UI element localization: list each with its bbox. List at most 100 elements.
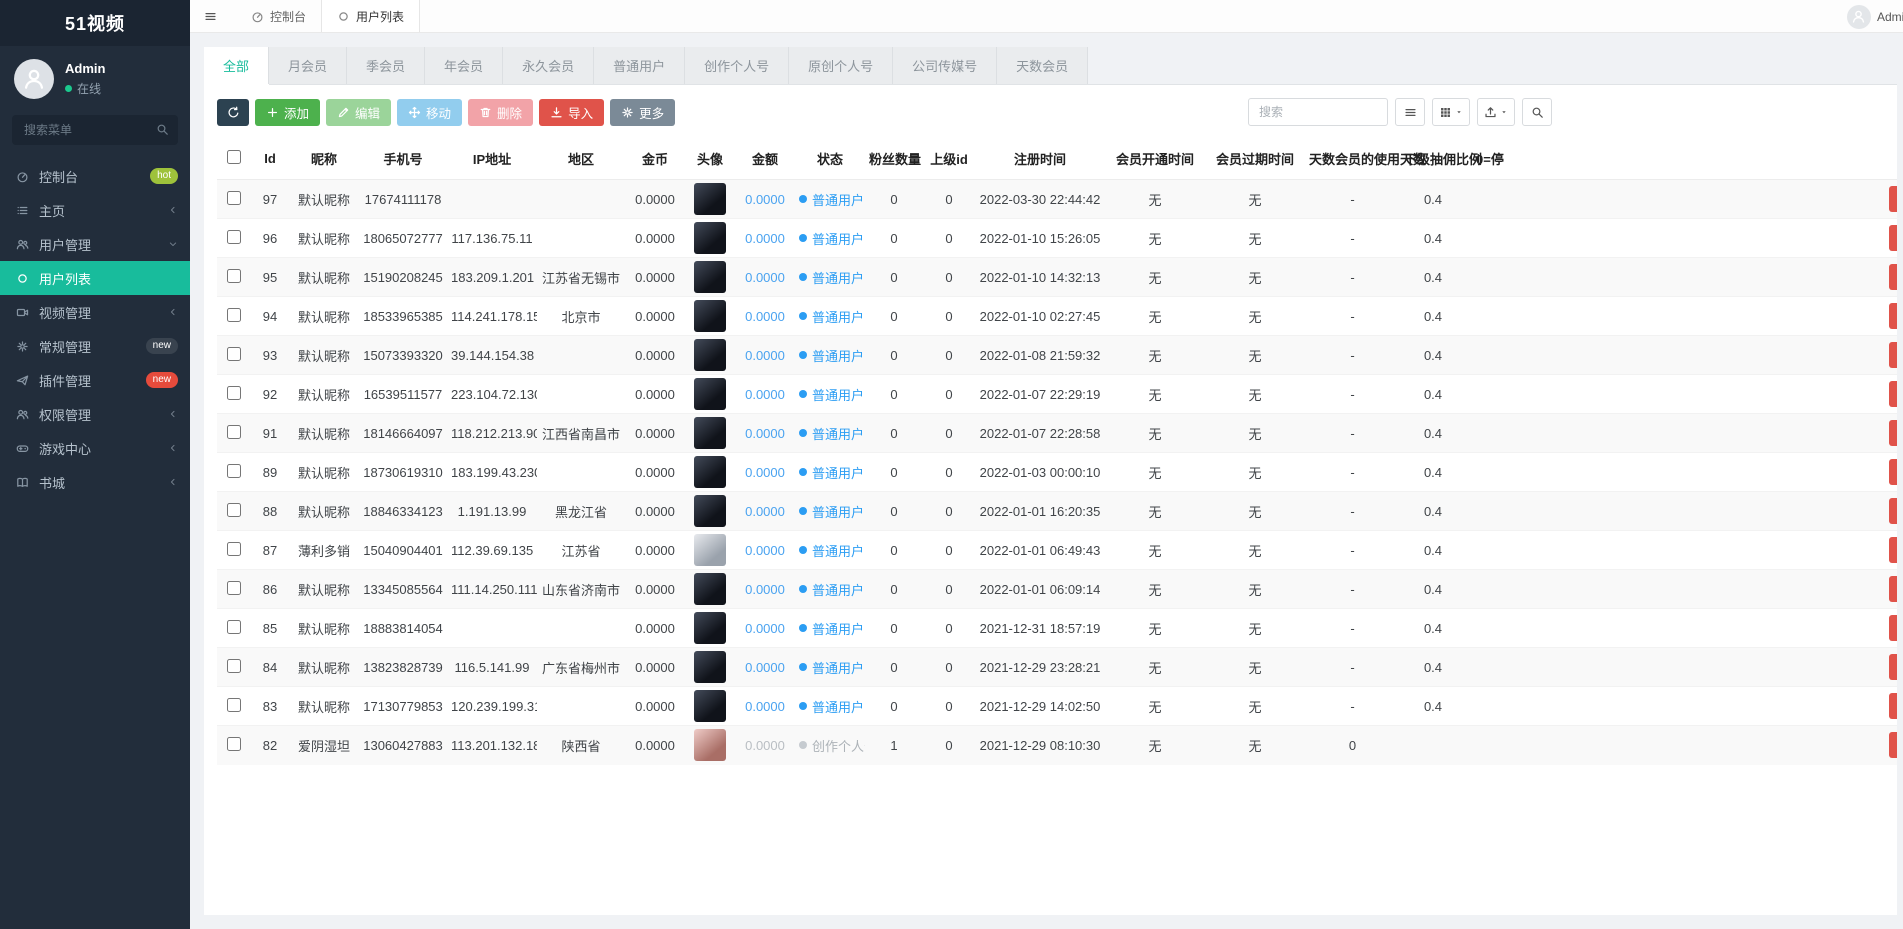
status-badge[interactable]: 普通用户 [799,190,864,209]
row-checkbox[interactable] [227,658,241,673]
avatar-image[interactable] [694,729,726,762]
status-badge[interactable]: 普通用户 [799,307,864,326]
row-action-button[interactable] [1889,537,1897,563]
column-header-5[interactable]: 地区 [537,138,625,180]
row-checkbox[interactable] [227,541,241,556]
avatar-image[interactable] [694,495,726,527]
column-header-8[interactable]: 金额 [735,138,795,180]
column-header-2[interactable]: 昵称 [289,138,359,180]
row-action-button[interactable] [1889,498,1897,524]
row-action-button[interactable] [1889,732,1897,759]
row-checkbox[interactable] [227,736,241,751]
amount-link[interactable]: 0.0000 [745,543,785,558]
row-action-button[interactable] [1889,225,1897,251]
row-action-button[interactable] [1889,654,1897,680]
column-header-14[interactable]: 会员过期时间 [1205,138,1305,180]
row-checkbox[interactable] [227,424,241,439]
delete-button[interactable]: 删除 [468,98,534,126]
filter-tab-2[interactable]: 季会员 [347,47,426,84]
avatar-image[interactable] [694,690,726,722]
row-checkbox[interactable] [227,385,241,400]
status-badge[interactable]: 普通用户 [799,268,864,287]
amount-link[interactable]: 0.0000 [745,465,785,480]
column-header-15[interactable]: 天数会员的使用天数 [1305,138,1426,180]
more-button[interactable]: 更多 [610,98,676,126]
filter-tab-3[interactable]: 年会员 [425,47,504,84]
row-checkbox[interactable] [227,619,241,634]
row-checkbox[interactable] [227,697,241,712]
avatar-image[interactable] [694,534,726,566]
status-badge[interactable]: 普通用户 [799,619,864,638]
status-badge[interactable]: 普通用户 [799,346,864,365]
amount-link[interactable]: 0.0000 [745,192,785,207]
table-search-input[interactable] [1248,98,1388,126]
status-badge[interactable]: 普通用户 [799,580,864,599]
amount-link[interactable]: 0.0000 [745,738,785,753]
row-action-button[interactable] [1889,615,1897,641]
status-badge[interactable]: 普通用户 [799,502,864,521]
amount-link[interactable]: 0.0000 [745,582,785,597]
status-badge[interactable]: 创作个人号 [799,736,865,755]
avatar-image[interactable] [694,300,726,332]
amount-link[interactable]: 0.0000 [745,348,785,363]
row-action-button[interactable] [1889,186,1897,212]
column-header-11[interactable]: 上级id [923,138,975,180]
row-checkbox[interactable] [227,307,241,322]
column-header-3[interactable]: 手机号 [359,138,447,180]
status-badge[interactable]: 普通用户 [799,541,864,560]
filter-tab-4[interactable]: 永久会员 [503,47,595,84]
row-action-button[interactable] [1889,342,1897,368]
top-tab-1[interactable]: 用户列表 [321,0,421,32]
column-header-10[interactable]: 粉丝数量 [865,138,923,180]
search-toggle-button[interactable] [1522,98,1552,126]
row-checkbox[interactable] [227,502,241,517]
column-header-6[interactable]: 金币 [625,138,685,180]
export-button[interactable] [1477,98,1515,126]
sidebar-toggle-button[interactable] [190,0,230,32]
sidebar-item-user-list[interactable]: 用户列表 [0,261,190,295]
avatar-image[interactable] [694,378,726,410]
status-badge[interactable]: 普通用户 [799,424,864,443]
column-header-16[interactable]: 下级抽佣比例 [1400,138,1482,180]
amount-link[interactable]: 0.0000 [745,504,785,519]
row-checkbox[interactable] [227,346,241,361]
row-checkbox[interactable] [227,229,241,244]
filter-tab-0[interactable]: 全部 [204,47,270,84]
avatar-image[interactable] [694,612,726,644]
amount-link[interactable]: 0.0000 [745,387,785,402]
refresh-button[interactable] [217,98,249,126]
status-badge[interactable]: 普通用户 [799,229,864,248]
avatar-image[interactable] [694,456,726,488]
filter-tab-9[interactable]: 天数会员 [997,47,1089,84]
sidebar-item-home[interactable]: 主页 [0,193,190,227]
row-action-button[interactable] [1889,420,1897,446]
filter-tab-1[interactable]: 月会员 [269,47,348,84]
row-checkbox[interactable] [227,190,241,205]
column-header-13[interactable]: 会员开通时间 [1105,138,1205,180]
status-badge[interactable]: 普通用户 [799,658,864,677]
menu-search-input[interactable] [12,115,178,145]
filter-tab-5[interactable]: 普通用户 [594,47,686,84]
filter-tab-8[interactable]: 公司传媒号 [893,47,998,84]
avatar-image[interactable] [694,651,726,683]
row-checkbox[interactable] [227,463,241,478]
amount-link[interactable]: 0.0000 [745,699,785,714]
sidebar-item-user-mgmt[interactable]: 用户管理 [0,227,190,261]
import-button[interactable]: 导入 [539,98,605,126]
admin-menu[interactable]: Admin [1846,0,1903,33]
column-header-1[interactable]: Id [251,138,289,180]
column-header-4[interactable]: IP地址 [447,138,537,180]
avatar-image[interactable] [694,573,726,605]
sidebar-item-game-center[interactable]: 游戏中心 [0,431,190,465]
avatar-image[interactable] [694,222,726,254]
move-button[interactable]: 移动 [397,98,463,126]
avatar-image[interactable] [694,183,726,215]
filter-tab-6[interactable]: 创作个人号 [685,47,790,84]
add-button[interactable]: 添加 [255,98,321,126]
sidebar-item-plugin-mgmt[interactable]: 插件管理 new [0,363,190,397]
row-checkbox[interactable] [227,268,241,283]
select-all-checkbox[interactable] [227,150,241,164]
column-header-9[interactable]: 状态 [795,138,865,180]
filter-tab-7[interactable]: 原创个人号 [789,47,894,84]
amount-link[interactable]: 0.0000 [745,270,785,285]
